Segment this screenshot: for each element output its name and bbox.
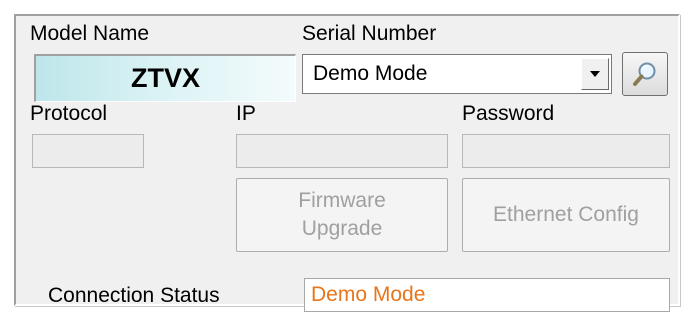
search-devices-button[interactable] [622, 52, 668, 96]
model-name-label: Model Name [30, 22, 150, 45]
firmware-upgrade-button[interactable]: Firmware Upgrade [236, 178, 448, 252]
serial-number-label: Serial Number [302, 22, 437, 45]
firmware-upgrade-label: Firmware Upgrade [298, 187, 386, 243]
password-field[interactable] [462, 134, 670, 168]
serial-number-selected-value: Demo Mode [313, 62, 428, 85]
ip-label: IP [236, 102, 256, 125]
password-label: Password [462, 102, 555, 125]
connection-panel: Model Name Serial Number ZTVX Demo Mode … [14, 14, 680, 312]
connection-status-label: Connection Status [48, 284, 220, 307]
serial-number-select[interactable]: Demo Mode [302, 54, 612, 94]
chevron-down-icon [590, 71, 600, 77]
ethernet-config-button[interactable]: Ethernet Config [462, 178, 670, 252]
protocol-field[interactable] [32, 134, 144, 168]
firmware-upgrade-label-line2: Upgrade [301, 217, 383, 240]
connection-status-display: Demo Mode [304, 278, 670, 312]
ip-field[interactable] [236, 134, 448, 168]
magnifier-icon [633, 62, 656, 86]
model-name-display: ZTVX [34, 54, 296, 102]
ethernet-config-label: Ethernet Config [493, 203, 639, 226]
dropdown-arrow-button[interactable] [581, 58, 609, 90]
firmware-upgrade-label-line1: Firmware [298, 189, 386, 212]
protocol-label: Protocol [30, 102, 108, 125]
device-connection-window: Model Name Serial Number ZTVX Demo Mode … [0, 0, 694, 322]
